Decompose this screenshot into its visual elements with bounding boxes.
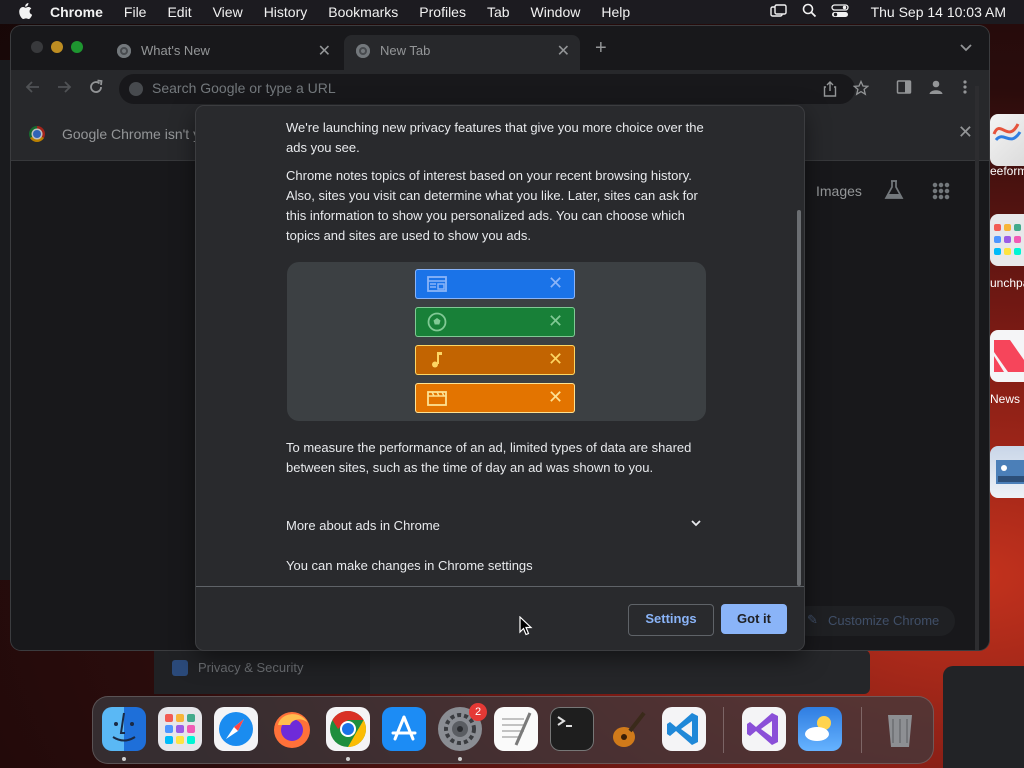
menu-file[interactable]: File [124,4,147,20]
dock-visual-studio-icon[interactable] [742,707,786,751]
dock-separator [723,707,724,753]
preview-icon [990,446,1024,498]
menu-clock[interactable]: Thu Sep 14 10:03 AM [871,4,1006,20]
dock-launchpad-icon[interactable] [158,707,202,751]
apple-menu-icon[interactable] [18,2,36,22]
running-indicator [458,757,462,761]
launchpad-app-freeform[interactable]: eeform [990,114,1024,178]
freeform-icon [990,114,1024,166]
more-about-ads-expander[interactable]: More about ads in Chrome [286,518,440,533]
dock-terminal-icon[interactable] [550,707,594,751]
dock-weather-icon[interactable] [798,707,842,751]
dialog-topics-text: Chrome notes topics of interest based on… [286,168,698,243]
running-indicator [346,757,350,761]
dock: 2 [92,696,934,764]
clapperboard-icon [427,388,447,408]
topic-band-sports: ✕ [415,307,575,337]
dock-trash-icon[interactable] [878,707,922,751]
dock-garageband-icon[interactable] [606,707,650,751]
chevron-down-icon[interactable] [689,516,703,530]
background-panel [943,666,1024,768]
got-it-button[interactable]: Got it [721,604,787,634]
menu-view[interactable]: View [213,4,243,20]
menu-bookmarks[interactable]: Bookmarks [328,4,398,20]
remove-topic-icon: ✕ [548,273,564,293]
dock-separator [861,707,862,753]
menu-bar: Chrome File Edit View History Bookmarks … [0,0,1024,24]
background-settings-window: Privacy & Security [154,650,870,694]
dock-vscode-icon[interactable] [662,707,706,751]
hand-icon [172,660,188,676]
dialog-divider [196,586,804,587]
running-indicator [122,757,126,761]
dock-firefox-icon[interactable] [270,707,314,751]
browser-window-icon [427,274,447,294]
settings-note-text: You can make changes in Chrome settings [286,558,533,573]
dialog-intro-text: We're launching new privacy features tha… [286,120,704,155]
dock-chrome-icon[interactable] [326,707,370,751]
menu-help[interactable]: Help [601,4,630,20]
launchpad-label: News [990,392,1021,406]
soccer-ball-icon [427,312,447,332]
launchpad-app-news[interactable]: News [990,330,1024,406]
dock-finder-icon[interactable] [102,707,146,751]
launchpad-grid-icon [990,214,1024,266]
menu-window[interactable]: Window [531,4,581,20]
ad-topics-illustration: ✕ ✕ ✕ ✕ [287,262,706,421]
dialog-measurement-text: To measure the performance of an ad, lim… [286,440,692,475]
control-center-icon[interactable] [830,3,849,21]
menu-history[interactable]: History [264,4,308,20]
menu-tab[interactable]: Tab [487,4,510,20]
menu-chrome[interactable]: Chrome [50,4,103,20]
mouse-pointer-icon [519,615,533,641]
topic-band-music: ✕ [415,345,575,375]
music-note-icon [427,350,447,370]
launchpad-label: unchpa [990,276,1024,290]
launchpad-label: eeform [990,164,1024,178]
remove-topic-icon: ✕ [548,387,564,407]
dock-textedit-icon[interactable] [494,707,538,751]
spotlight-search-icon[interactable] [802,3,817,21]
notification-badge: 2 [469,703,487,721]
launchpad-app-preview[interactable] [990,446,1024,498]
remove-topic-icon: ✕ [548,311,564,331]
dock-app-store-icon[interactable] [382,707,426,751]
dialog-scrollbar[interactable] [797,210,801,586]
settings-button[interactable]: Settings [628,604,714,636]
remove-topic-icon: ✕ [548,349,564,369]
screen-mirroring-icon[interactable] [769,3,788,21]
settings-sidebar: Privacy & Security [154,650,370,694]
topic-band-movies: ✕ [415,383,575,413]
ad-privacy-dialog: We're launching new privacy features tha… [196,106,804,650]
status-area: Thu Sep 14 10:03 AM [769,0,1006,24]
menu-profiles[interactable]: Profiles [419,4,466,20]
launchpad-app-launchpad[interactable]: unchpa [990,214,1024,290]
dock-safari-icon[interactable] [214,707,258,751]
topic-band-news: ✕ [415,269,575,299]
settings-item-privacy[interactable]: Privacy & Security [198,660,303,675]
news-icon [990,330,1024,382]
menu-edit[interactable]: Edit [167,4,191,20]
